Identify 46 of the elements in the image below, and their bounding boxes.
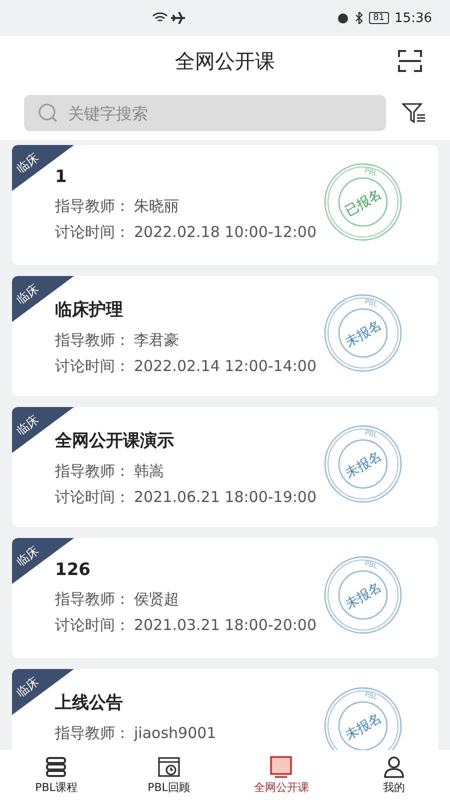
category-tag: 临床 <box>13 411 43 440</box>
teacher-name: 侯贤超 <box>134 590 179 609</box>
books-icon <box>44 756 68 778</box>
teacher-name: 朱晓丽 <box>134 197 179 216</box>
time-label: 讨论时间： <box>55 223 130 242</box>
scan-icon[interactable] <box>398 50 422 72</box>
discussion-time: 2021.03.21 18:00-20:00 <box>134 616 317 635</box>
discussion-time: 2022.02.14 12:00-14:00 <box>134 357 317 376</box>
teacher-label: 指导教师： <box>55 462 130 481</box>
bluetooth-icon <box>355 12 364 24</box>
category-tag: 临床 <box>13 149 43 178</box>
teacher-label: 指导教师： <box>55 331 130 350</box>
discussion-time: 2022.02.18 10:00-12:00 <box>134 223 317 242</box>
person-icon <box>382 756 406 778</box>
teacher-name: 李君豪 <box>134 331 179 350</box>
clock-time: 15:36 <box>394 10 432 26</box>
nav-tab[interactable]: 我的 <box>338 750 450 800</box>
search-field[interactable]: 关键字搜索 <box>24 95 386 131</box>
course-title: 临床护理 <box>55 299 123 321</box>
category-tag: 临床 <box>13 673 43 702</box>
time-label: 讨论时间： <box>55 488 130 507</box>
wifi-icon <box>152 12 168 24</box>
search-icon <box>38 103 58 123</box>
teacher-label: 指导教师： <box>55 197 130 216</box>
time-label: 讨论时间： <box>55 616 130 635</box>
teacher-label: 指导教师： <box>55 590 130 609</box>
page-title: 全网公开课 <box>175 48 275 74</box>
nav-tab[interactable]: PBL回顾 <box>112 750 225 800</box>
teacher-label: 指导教师： <box>55 724 130 743</box>
course-title: 全网公开课演示 <box>55 430 174 452</box>
course-title: 上线公告 <box>55 692 123 714</box>
time-label: 讨论时间： <box>55 357 130 376</box>
airplane-icon <box>171 12 185 24</box>
battery-level: 81 <box>369 12 389 24</box>
filter-icon[interactable] <box>402 103 426 123</box>
category-tag: 临床 <box>13 280 43 309</box>
course-title: 126 <box>55 560 90 580</box>
calendar-clock-icon <box>156 756 181 778</box>
board-icon <box>269 756 294 778</box>
teacher-name: jiaosh9001 <box>134 724 216 743</box>
nav-tab[interactable]: PBL课程 <box>0 750 112 800</box>
category-tag: 临床 <box>13 542 43 571</box>
course-title: 1 <box>55 167 67 187</box>
nav-tab[interactable]: 全网公开课 <box>225 750 338 800</box>
teacher-name: 韩嵩 <box>134 462 164 481</box>
discussion-time: 2021.06.21 18:00-19:00 <box>134 488 317 507</box>
